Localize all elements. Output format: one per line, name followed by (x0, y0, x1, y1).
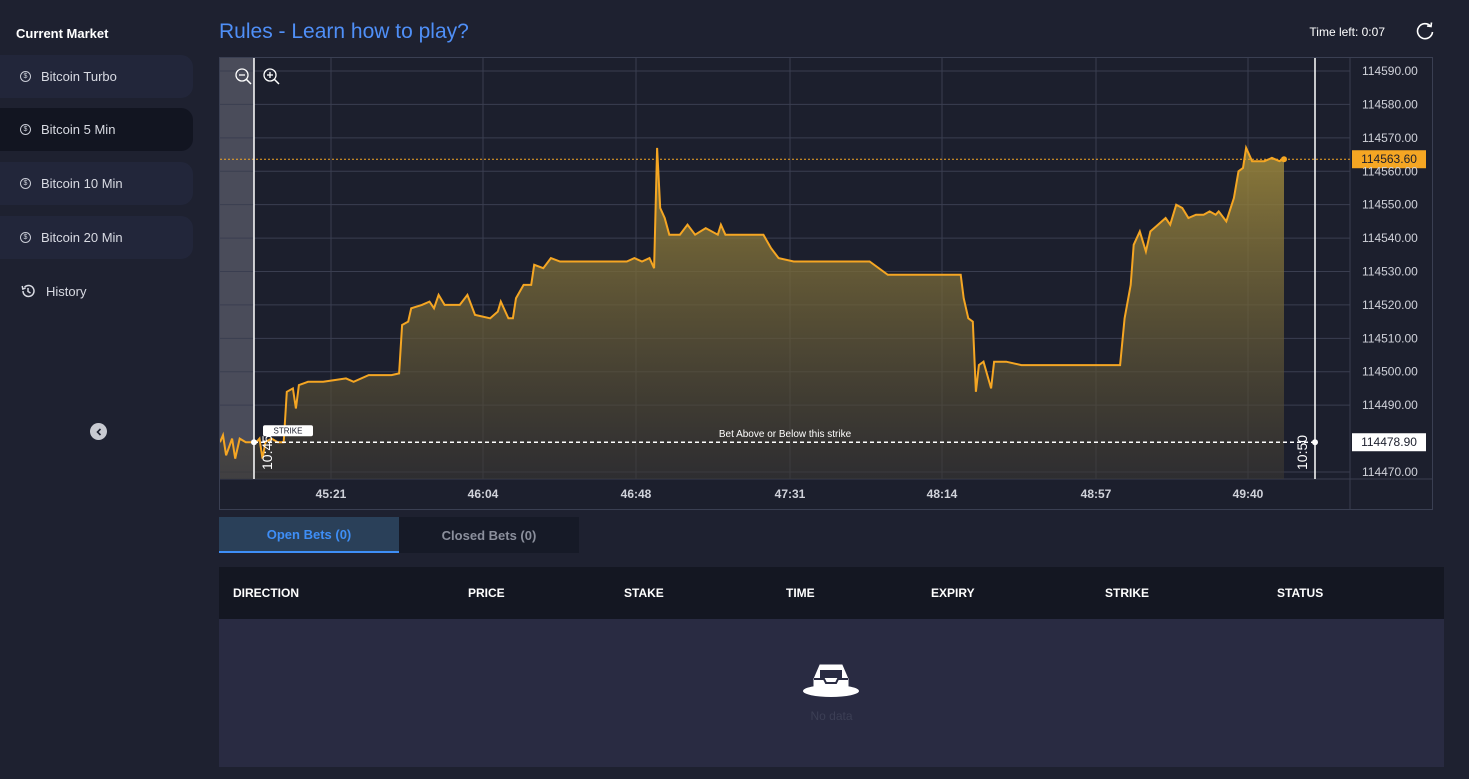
column-header-expiry: EXPIRY (931, 586, 975, 600)
market-item-label: Bitcoin 20 Min (41, 230, 123, 245)
current-price-dot (1281, 156, 1287, 163)
dollar-coin-icon: $ (20, 71, 31, 82)
x-tick-label: 46:48 (621, 487, 652, 501)
column-header-time: TIME (786, 586, 815, 600)
main-panel: Rules - Learn how to play? Time left: 0:… (201, 0, 1469, 779)
y-tick-label: 114490.00 (1362, 398, 1418, 412)
history-label: History (46, 283, 87, 299)
app-root: Current Market $ Bitcoin Turbo $ Bitcoin… (0, 0, 1469, 779)
y-tick-label: 114580.00 (1362, 97, 1418, 111)
x-tick-label: 45:21 (316, 487, 347, 501)
pre-start-shade (220, 58, 254, 479)
strike-tag-label: STRIKE (274, 427, 303, 436)
bets-tabs: Open Bets (0) Closed Bets (0) (219, 517, 579, 553)
y-tick-label: 114540.00 (1362, 231, 1418, 245)
column-header-strike: STRIKE (1105, 586, 1150, 600)
market-item-bitcoin-10-min[interactable]: $ Bitcoin 10 Min (0, 162, 193, 205)
bets-table-header: DIRECTION PRICE STAKE TIME EXPIRY STRIKE… (219, 567, 1444, 619)
column-header-status: STATUS (1277, 586, 1324, 600)
column-header-stake: STAKE (624, 586, 664, 600)
y-tick-label: 114560.00 (1362, 164, 1418, 178)
price-chart[interactable]: 114590.00 114580.00 114570.00 114560.00 1145… (219, 57, 1433, 510)
strike-price-label: 114478.90 (1361, 435, 1417, 449)
x-tick-label: 49:40 (1233, 487, 1264, 501)
chevron-left-icon (95, 427, 101, 436)
sidebar-title: Current Market (16, 26, 109, 41)
market-item-bitcoin-5-min[interactable]: $ Bitcoin 5 Min (0, 108, 193, 151)
market-item-label: Bitcoin Turbo (41, 69, 117, 84)
y-tick-label: 114570.00 (1362, 131, 1418, 145)
history-icon (21, 284, 35, 298)
x-tick-label: 47:31 (775, 487, 806, 501)
refresh-icon[interactable] (1415, 21, 1435, 46)
market-item-label: Bitcoin 10 Min (41, 176, 123, 191)
y-tick-label: 114510.00 (1362, 331, 1418, 345)
y-tick-label: 114520.00 (1362, 298, 1418, 312)
tab-closed-bets[interactable]: Closed Bets (0) (399, 517, 579, 553)
time-left-counter: Time left: 0:07 (1309, 25, 1385, 39)
sidebar-item-history[interactable]: History (20, 283, 86, 299)
y-tick-label: 114470.00 (1362, 465, 1418, 479)
bets-table-body: No data (219, 619, 1444, 767)
price-chart-svg: 114590.00114580.00114570.00114560.001145… (220, 58, 1432, 509)
market-item-bitcoin-20-min[interactable]: $ Bitcoin 20 Min (0, 216, 193, 259)
start-time-label: 10:45 (259, 435, 275, 470)
y-tick-label: 114550.00 (1362, 198, 1418, 212)
end-time-label: 10:50 (1294, 435, 1310, 470)
x-tick-label: 46:04 (468, 487, 499, 501)
y-tick-label: 114500.00 (1362, 365, 1418, 379)
x-tick-label: 48:14 (927, 487, 958, 501)
x-tick-label: 48:57 (1081, 487, 1112, 501)
empty-state-text: No data (810, 709, 853, 723)
market-item-label: Bitcoin 5 Min (41, 122, 116, 137)
market-item-bitcoin-turbo[interactable]: $ Bitcoin Turbo (0, 55, 193, 98)
column-header-direction: DIRECTION (233, 586, 299, 600)
rules-link[interactable]: Rules - Learn how to play? (219, 20, 469, 44)
dollar-coin-icon: $ (20, 232, 31, 243)
collapse-sidebar-button[interactable] (90, 423, 107, 440)
y-tick-label: 114590.00 (1362, 64, 1418, 78)
empty-inbox-icon (801, 659, 861, 704)
strike-caption: Bet Above or Below this strike (719, 429, 852, 440)
current-price-label: 114563.60 (1361, 152, 1417, 166)
column-header-price: PRICE (468, 586, 505, 600)
y-tick-label: 114530.00 (1362, 265, 1418, 279)
dollar-coin-icon: $ (20, 178, 31, 189)
dollar-coin-icon: $ (20, 124, 31, 135)
sidebar: Current Market $ Bitcoin Turbo $ Bitcoin… (0, 0, 201, 779)
tab-open-bets[interactable]: Open Bets (0) (219, 517, 399, 553)
